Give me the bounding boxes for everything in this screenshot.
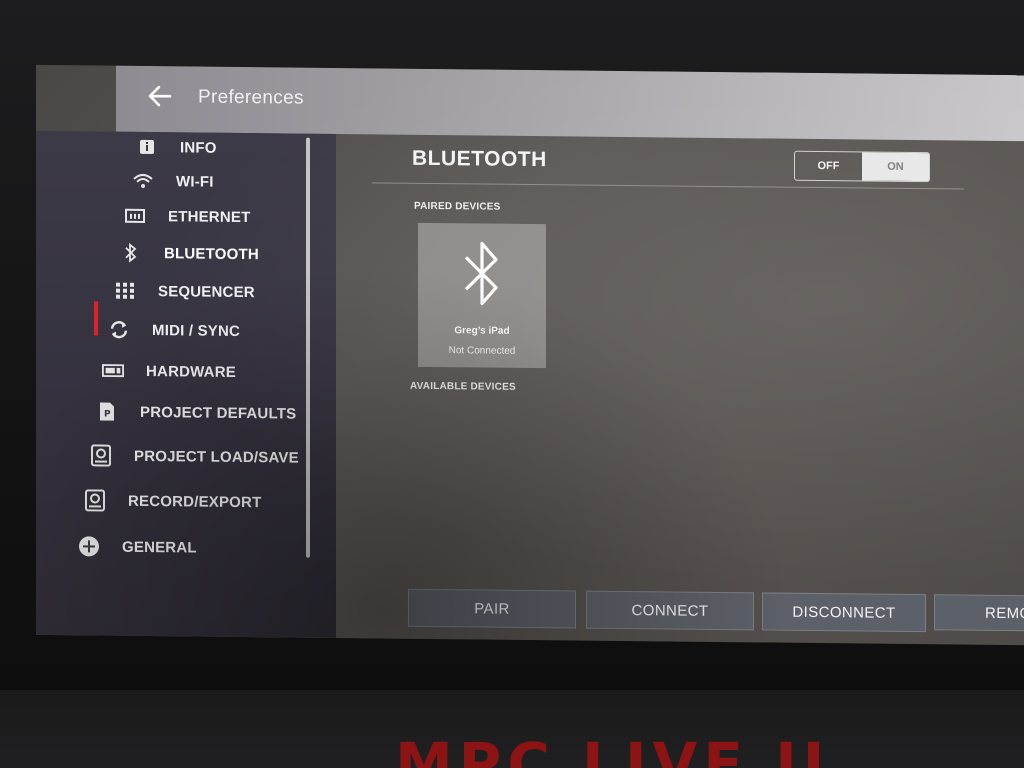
disconnect-button[interactable]: DISCONNECT [762, 592, 926, 633]
paired-devices-label: PAIRED DEVICES [414, 200, 501, 213]
sidebar-item-project-load-save[interactable]: PROJECT LOAD/SAVE [90, 440, 299, 472]
bluetooth-icon [120, 242, 142, 264]
active-item-marker [94, 301, 98, 336]
sidebar-item-label: PROJECT DEFAULTS [140, 403, 297, 423]
title-divider [372, 182, 964, 190]
section-title: BLUETOOTH [412, 146, 547, 172]
connect-button[interactable]: CONNECT [586, 590, 754, 631]
sidebar-item-info[interactable]: INFO [136, 132, 217, 163]
svg-text:P: P [104, 410, 111, 420]
sidebar-item-label: PROJECT LOAD/SAVE [134, 447, 299, 467]
ethernet-icon [124, 205, 146, 227]
sidebar-item-label: SEQUENCER [158, 282, 255, 301]
toggle-on-option[interactable]: ON [862, 152, 929, 182]
sidebar-item-label: RECORD/EXPORT [128, 492, 262, 511]
bluetooth-icon [464, 241, 498, 306]
info-icon [136, 136, 158, 158]
page-title: Preferences [198, 86, 304, 109]
sidebar-item-bluetooth[interactable]: BLUETOOTH [120, 238, 259, 269]
top-bar: Preferences [116, 65, 1024, 142]
available-devices-label: AVAILABLE DEVICES [410, 380, 516, 393]
sidebar-item-sequencer[interactable]: SEQUENCER [114, 276, 255, 307]
project-file-icon: P [96, 400, 118, 422]
sidebar-item-label: HARDWARE [146, 362, 236, 381]
paired-device-card[interactable]: Greg’s iPad Not Connected [418, 222, 546, 369]
sidebar-item-wifi[interactable]: WI-FI [132, 166, 214, 197]
plus-icon [78, 535, 100, 557]
sidebar-item-record-export[interactable]: RECORD/EXPORT [84, 485, 261, 517]
remove-button[interactable]: REMO [934, 594, 1024, 632]
hardware-icon [102, 360, 124, 382]
device-name: Greg’s iPad [454, 325, 510, 337]
back-arrow-icon[interactable] [146, 82, 174, 110]
sidebar-scrollbar[interactable] [306, 137, 310, 558]
sidebar-item-label: MIDI / SYNC [152, 321, 241, 340]
sidebar-item-label: GENERAL [122, 538, 197, 557]
sidebar-item-hardware[interactable]: HARDWARE [102, 356, 236, 387]
device-status: Not Connected [448, 345, 516, 357]
disk-icon [90, 444, 112, 467]
sidebar-item-project-defaults[interactable]: P PROJECT DEFAULTS [96, 396, 296, 428]
sidebar-item-label: WI-FI [176, 172, 214, 191]
sidebar-item-label: ETHERNET [168, 207, 251, 226]
sidebar-item-general[interactable]: GENERAL [78, 531, 197, 562]
sidebar-item-midi-sync[interactable]: MIDI / SYNC [108, 315, 240, 346]
toggle-off-option[interactable]: OFF [795, 152, 862, 181]
sidebar-item-label: BLUETOOTH [164, 244, 259, 263]
wifi-icon [132, 170, 154, 192]
grid-icon [114, 280, 136, 302]
device-model-label: MPC LIVE II [395, 730, 831, 768]
sidebar-item-ethernet[interactable]: ETHERNET [124, 201, 250, 232]
sidebar-item-label: INFO [180, 138, 217, 157]
record-export-icon [84, 489, 106, 512]
bluetooth-toggle[interactable]: OFF ON [794, 150, 930, 183]
pair-button[interactable]: PAIR [408, 588, 576, 629]
sync-icon [108, 319, 130, 341]
touch-screen: Preferences INFO WI-FI ETHERNET BLUETOOT… [36, 64, 1024, 646]
